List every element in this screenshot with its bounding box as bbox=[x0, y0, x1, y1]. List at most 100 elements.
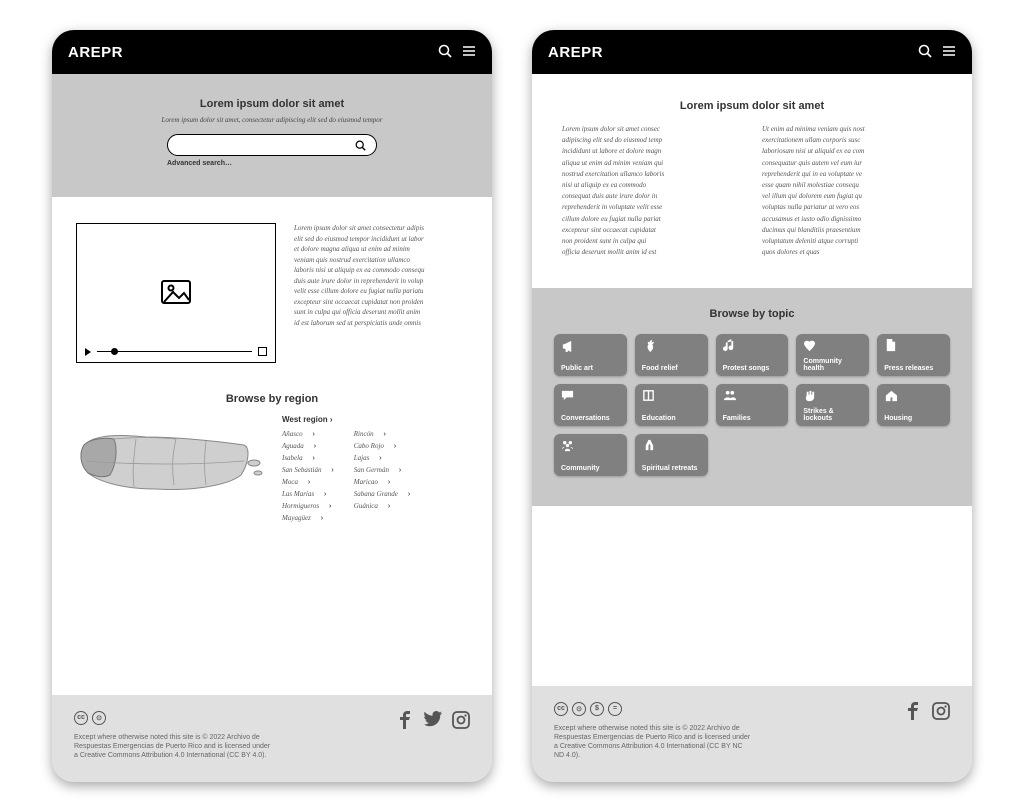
region-link[interactable]: Hormigueros bbox=[282, 502, 334, 510]
topic-card[interactable]: Press releases bbox=[877, 334, 950, 376]
footer-text: Except where otherwise noted this site i… bbox=[74, 733, 274, 760]
brand-logo[interactable]: AREPR bbox=[68, 44, 123, 61]
intro-section: Lorem ipsum dolor sit amet Lorem ipsum d… bbox=[532, 74, 972, 288]
intro-col-2: Ut enim ad minima veniam quis nostexerci… bbox=[762, 124, 942, 258]
topic-label: Food relief bbox=[642, 365, 701, 372]
region-link[interactable]: Cabo Rojo bbox=[354, 442, 410, 450]
instagram-icon[interactable] bbox=[452, 711, 470, 731]
topic-card[interactable]: Spiritual retreats bbox=[635, 434, 708, 476]
carrot-icon bbox=[642, 339, 701, 353]
hero-title: Lorem ipsum dolor sit amet bbox=[82, 98, 462, 110]
topic-label: Community bbox=[561, 465, 620, 472]
region-link[interactable]: San Sebastián bbox=[282, 466, 334, 474]
region-link[interactable]: Isabela bbox=[282, 454, 334, 462]
media-row: Lorem ipsum dolor sit amet consectetur a… bbox=[52, 197, 492, 393]
topic-label: Spiritual retreats bbox=[642, 465, 701, 472]
region-map[interactable] bbox=[76, 415, 266, 515]
mockup-screen-2: AREPR Lorem ipsum dolor sit amet Lorem i… bbox=[532, 30, 972, 782]
region-selected[interactable]: West region bbox=[282, 415, 468, 424]
search-input[interactable] bbox=[167, 134, 377, 156]
doc-icon bbox=[884, 339, 943, 353]
cc-badge: = bbox=[608, 702, 622, 716]
region-link[interactable]: Maricao bbox=[354, 478, 410, 486]
region-link[interactable]: Mayagüez bbox=[282, 514, 334, 522]
footer: cc⊙$= Except where otherwise noted this … bbox=[532, 686, 972, 782]
progress-track[interactable] bbox=[97, 351, 252, 353]
home-icon bbox=[884, 389, 943, 403]
mockup-screen-1: AREPR Lorem ipsum dolor sit amet Lorem i… bbox=[52, 30, 492, 782]
search-icon[interactable] bbox=[918, 44, 932, 60]
topic-card[interactable]: Housing bbox=[877, 384, 950, 426]
region-heading: Browse by region bbox=[76, 393, 468, 405]
topic-card[interactable]: Food relief bbox=[635, 334, 708, 376]
group-icon bbox=[561, 439, 620, 453]
region-link[interactable]: Rincón bbox=[354, 430, 410, 438]
menu-icon[interactable] bbox=[942, 44, 956, 60]
book-icon bbox=[642, 389, 701, 403]
topic-label: Press releases bbox=[884, 365, 943, 372]
region-link[interactable]: Aguada bbox=[282, 442, 334, 450]
topic-label: Public art bbox=[561, 365, 620, 372]
topic-label: Education bbox=[642, 415, 701, 422]
search-icon[interactable] bbox=[438, 44, 452, 60]
region-link[interactable]: Moca bbox=[282, 478, 334, 486]
chat-icon bbox=[561, 389, 620, 403]
people-icon bbox=[723, 389, 782, 403]
topbar: AREPR bbox=[52, 30, 492, 74]
topic-label: Conversations bbox=[561, 415, 620, 422]
fullscreen-button[interactable] bbox=[258, 347, 267, 356]
cc-badge: $ bbox=[590, 702, 604, 716]
music-icon bbox=[723, 339, 782, 353]
hero-subtitle: Lorem ipsum dolor sit amet, consectetur … bbox=[82, 116, 462, 124]
topic-card[interactable]: Community bbox=[554, 434, 627, 476]
region-link[interactable]: Sabana Grande bbox=[354, 490, 410, 498]
region-link[interactable]: Lajas bbox=[354, 454, 410, 462]
facebook-icon[interactable] bbox=[396, 711, 414, 731]
topbar: AREPR bbox=[532, 30, 972, 74]
topics-heading: Browse by topic bbox=[554, 308, 950, 320]
browse-region-section: Browse by region West region Añasco Aguad… bbox=[52, 393, 492, 542]
topic-card[interactable]: Conversations bbox=[554, 384, 627, 426]
brand-logo[interactable]: AREPR bbox=[548, 44, 603, 61]
region-link[interactable]: Guánica bbox=[354, 502, 410, 510]
advanced-search-link[interactable]: Advanced search… bbox=[167, 160, 377, 167]
region-link[interactable]: San Germán bbox=[354, 466, 410, 474]
hero: Lorem ipsum dolor sit amet Lorem ipsum d… bbox=[52, 74, 492, 197]
topic-card[interactable]: Public art bbox=[554, 334, 627, 376]
pray-icon bbox=[642, 439, 701, 453]
instagram-icon[interactable] bbox=[932, 702, 950, 722]
image-placeholder-icon bbox=[161, 280, 191, 306]
menu-icon[interactable] bbox=[462, 44, 476, 60]
media-controls bbox=[85, 347, 267, 356]
intro-col-1: Lorem ipsum dolor sit amet consecadipisc… bbox=[562, 124, 742, 258]
topic-card[interactable]: Families bbox=[716, 384, 789, 426]
topic-card[interactable]: Protest songs bbox=[716, 334, 789, 376]
topic-card[interactable]: Education bbox=[635, 384, 708, 426]
region-link[interactable]: Las Marías bbox=[282, 490, 334, 498]
megaphone-icon bbox=[561, 339, 620, 353]
video-player[interactable] bbox=[76, 223, 276, 363]
fist-icon bbox=[803, 389, 862, 403]
search-icon bbox=[355, 140, 366, 151]
play-button[interactable] bbox=[85, 348, 91, 356]
topic-label: Strikes & lockouts bbox=[803, 408, 862, 422]
media-description: Lorem ipsum dolor sit amet consectetur a… bbox=[294, 223, 468, 363]
browse-topic-section: Browse by topic Public art Food relief Pro… bbox=[532, 288, 972, 506]
cc-badge: ⊙ bbox=[572, 702, 586, 716]
topic-label: Families bbox=[723, 415, 782, 422]
footer: cc ⊙ Except where otherwise noted this si… bbox=[52, 695, 492, 782]
topic-label: Protest songs bbox=[723, 365, 782, 372]
region-link[interactable]: Añasco bbox=[282, 430, 334, 438]
intro-title: Lorem ipsum dolor sit amet bbox=[562, 100, 942, 112]
topic-label: Community health bbox=[803, 358, 862, 372]
topic-card[interactable]: Strikes & lockouts bbox=[796, 384, 869, 426]
twitter-icon[interactable] bbox=[424, 711, 442, 731]
progress-thumb[interactable] bbox=[111, 348, 118, 355]
footer-text: Except where otherwise noted this site i… bbox=[554, 724, 754, 760]
region-list: West region Añasco Aguada Isabela San Sebas… bbox=[282, 415, 468, 522]
cc-badge: ⊙ bbox=[92, 711, 106, 725]
cc-badge: cc bbox=[74, 711, 88, 725]
facebook-icon[interactable] bbox=[904, 702, 922, 722]
topic-card[interactable]: Community health bbox=[796, 334, 869, 376]
heart-icon bbox=[803, 339, 862, 353]
